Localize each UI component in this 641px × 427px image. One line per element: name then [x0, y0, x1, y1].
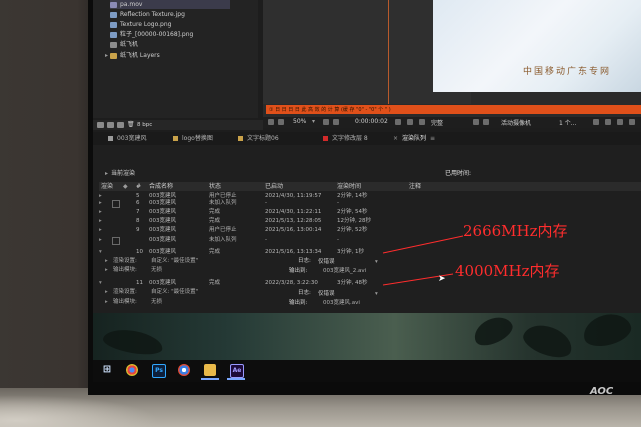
- annotation-arrow-line: [382, 235, 464, 254]
- active-app-indicator: [201, 378, 219, 380]
- monitor-brand-logo: AOC: [590, 386, 614, 397]
- leaf-shape: [101, 325, 165, 359]
- leaf-shape: [469, 311, 517, 351]
- windows-icon[interactable]: ⊞: [101, 364, 113, 376]
- desktop-wallpaper: [93, 309, 641, 363]
- leaf-shape: [579, 309, 635, 351]
- photoshop-icon[interactable]: Ps: [152, 364, 166, 378]
- browser-icon[interactable]: [178, 364, 190, 376]
- leaf-shape: [519, 319, 577, 363]
- file-explorer-icon[interactable]: [204, 364, 216, 376]
- chrome-icon[interactable]: [126, 364, 138, 376]
- after-effects-icon[interactable]: Ae: [230, 364, 244, 378]
- active-app-indicator: [227, 378, 245, 380]
- annotation-2666mhz: 2666MHz内存: [463, 222, 568, 240]
- monitor-screen: pa.mov Reflection Texture.jpg Texture Lo…: [93, 0, 641, 382]
- annotation-4000mhz: 4000MHz内存: [455, 262, 560, 280]
- windows-taskbar: [93, 360, 641, 382]
- desk-highlight: [0, 395, 160, 427]
- mouse-cursor-icon: ➤: [438, 274, 446, 284]
